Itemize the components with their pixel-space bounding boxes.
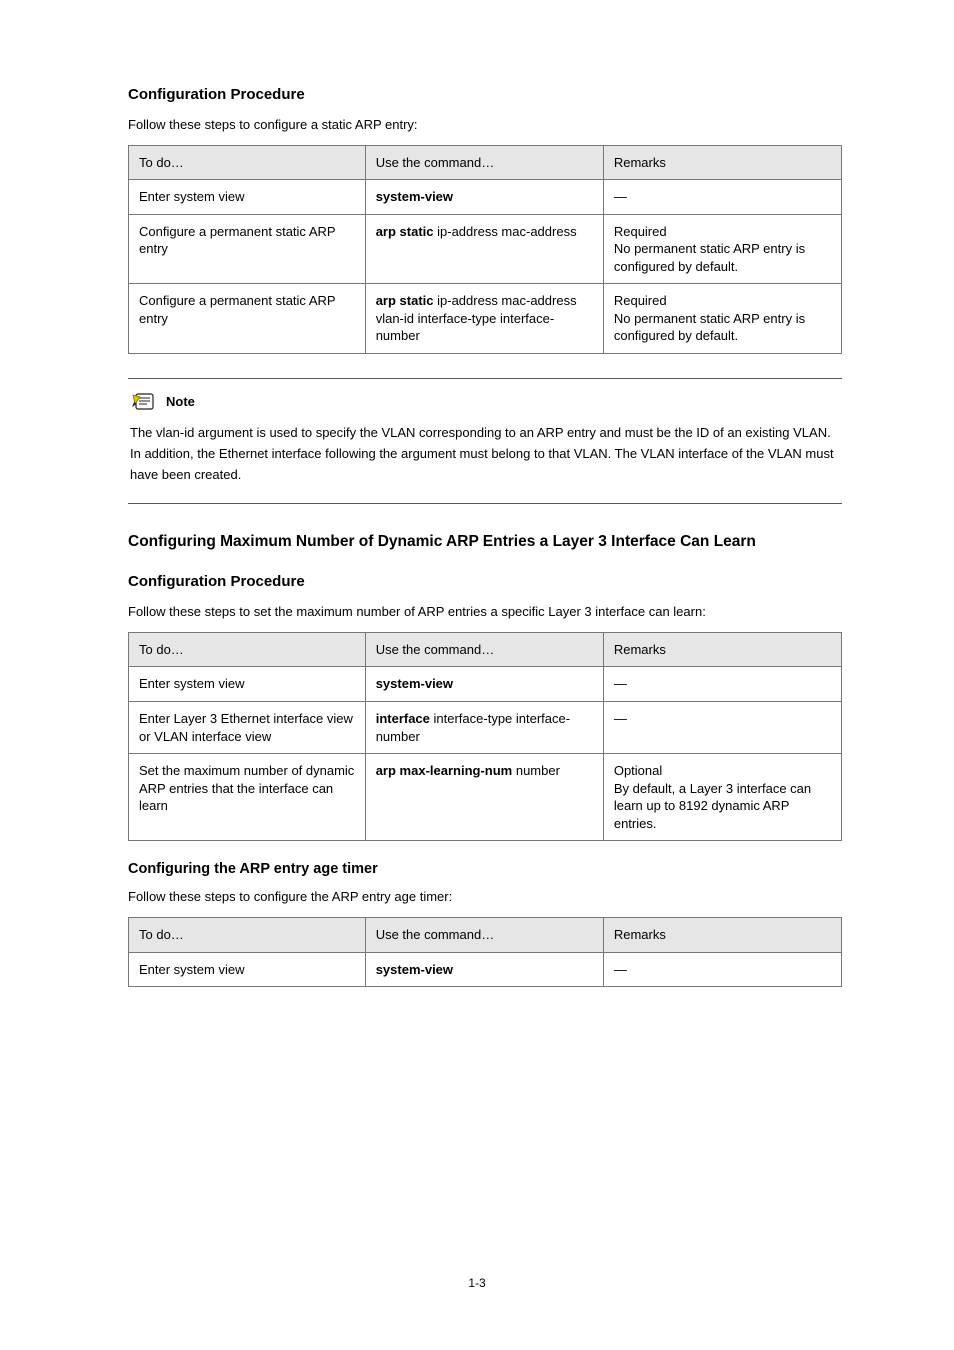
section-heading: Configuration Procedure	[128, 84, 842, 106]
section3-heading: Configuring the ARP entry age timer	[128, 859, 842, 880]
th-todo: To do…	[129, 145, 366, 180]
cmd-bold: system-view	[376, 676, 453, 691]
note-head: Note	[130, 391, 840, 413]
th-command: Use the command…	[365, 632, 603, 667]
table-row: Enter system view system-view —	[129, 667, 842, 702]
note-label: Note	[166, 393, 195, 412]
note-icon	[130, 391, 160, 413]
page-number: 1-3	[0, 1275, 954, 1292]
th-remarks: Remarks	[603, 145, 841, 180]
cell-command: system-view	[365, 180, 603, 215]
table-row: Configure a permanent static ARP entry a…	[129, 284, 842, 354]
cell-todo: Configure a permanent static ARP entry	[129, 214, 366, 284]
table2-intro: Follow these steps to set the maximum nu…	[128, 603, 842, 622]
table3-intro: Follow these steps to configure the ARP …	[128, 888, 842, 907]
table1-intro: Follow these steps to configure a static…	[128, 116, 842, 135]
cell-command: interface interface-type interface-numbe…	[365, 701, 603, 753]
cmd-bold: system-view	[376, 189, 453, 204]
table2-wrap: To do… Use the command… Remarks Enter sy…	[128, 632, 842, 841]
section2-sub-heading: Configuration Procedure	[128, 571, 842, 593]
cmd-bold: interface	[376, 711, 434, 726]
cell-command: arp max-learning-num number	[365, 754, 603, 841]
table-header-row: To do… Use the command… Remarks	[129, 918, 842, 953]
cell-remarks: —	[603, 180, 841, 215]
cell-command: arp static ip-address mac-address	[365, 214, 603, 284]
section2-heading: Configuring Maximum Number of Dynamic AR…	[128, 532, 842, 553]
table-row: Enter system view system-view —	[129, 952, 842, 987]
table-static-arp: To do… Use the command… Remarks Enter sy…	[128, 145, 842, 354]
cell-todo: Enter Layer 3 Ethernet interface view or…	[129, 701, 366, 753]
th-todo: To do…	[129, 632, 366, 667]
table-row: Enter system view system-view —	[129, 180, 842, 215]
th-remarks: Remarks	[603, 918, 841, 953]
table-row: Configure a permanent static ARP entry a…	[129, 214, 842, 284]
cell-command: system-view	[365, 952, 603, 987]
table-header-row: To do… Use the command… Remarks	[129, 632, 842, 667]
cell-todo: Enter system view	[129, 952, 366, 987]
th-todo: To do…	[129, 918, 366, 953]
cell-remarks: —	[603, 952, 841, 987]
table-row: Set the maximum number of dynamic ARP en…	[129, 754, 842, 841]
cell-command: system-view	[365, 667, 603, 702]
cmd-bold: arp static	[376, 224, 437, 239]
table-header-row: To do… Use the command… Remarks	[129, 145, 842, 180]
page: Configuration Procedure Follow these ste…	[0, 0, 954, 1350]
cmd-args: ip-address mac-address	[437, 224, 576, 239]
cmd-bold: arp static	[376, 293, 437, 308]
note-block: Note The vlan-id argument is used to spe…	[128, 378, 842, 504]
cell-command: arp static ip-address mac-address vlan-i…	[365, 284, 603, 354]
table-max-learning: To do… Use the command… Remarks Enter sy…	[128, 632, 842, 841]
cell-remarks: Required No permanent static ARP entry i…	[603, 284, 841, 354]
table-age-timer: To do… Use the command… Remarks Enter sy…	[128, 917, 842, 987]
section-heading-block: Configuration Procedure	[128, 84, 842, 106]
th-remarks: Remarks	[603, 632, 841, 667]
cell-todo: Enter system view	[129, 667, 366, 702]
th-command: Use the command…	[365, 918, 603, 953]
note-text: The vlan-id argument is used to specify …	[130, 423, 840, 485]
cell-todo: Enter system view	[129, 180, 366, 215]
th-command: Use the command…	[365, 145, 603, 180]
cell-remarks: Required No permanent static ARP entry i…	[603, 214, 841, 284]
cell-todo: Set the maximum number of dynamic ARP en…	[129, 754, 366, 841]
cell-remarks: —	[603, 701, 841, 753]
cell-todo: Configure a permanent static ARP entry	[129, 284, 366, 354]
table-row: Enter Layer 3 Ethernet interface view or…	[129, 701, 842, 753]
cell-remarks: Optional By default, a Layer 3 interface…	[603, 754, 841, 841]
cmd-bold: system-view	[376, 962, 453, 977]
cell-remarks: —	[603, 667, 841, 702]
cmd-bold: arp max-learning-num	[376, 763, 516, 778]
cmd-args: number	[516, 763, 560, 778]
